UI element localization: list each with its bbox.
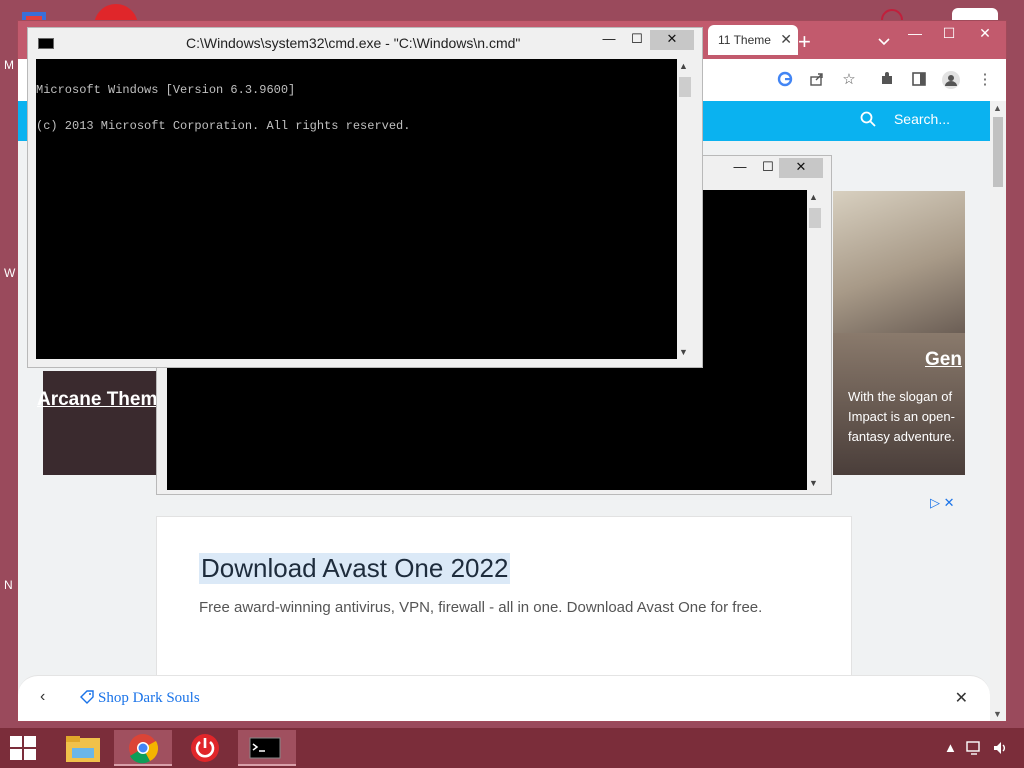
maximize-button[interactable]: ☐	[624, 30, 650, 50]
scroll-up-arrow-icon[interactable]: ▲	[993, 103, 1002, 113]
cmd-icon	[249, 737, 281, 759]
close-button[interactable]: ✕	[650, 30, 694, 50]
volume-icon[interactable]	[992, 740, 1010, 759]
article-description: With the slogan of Impact is an open-fan…	[848, 389, 955, 444]
scrollbar-thumb[interactable]	[809, 208, 821, 228]
windows-logo-icon	[10, 736, 36, 760]
ad-description: Free award-winning antivirus, VPN, firew…	[199, 599, 763, 616]
article-image	[833, 191, 965, 333]
profile-avatar-icon[interactable]	[942, 71, 960, 89]
shop-link[interactable]: Shop Dark Souls	[80, 690, 200, 707]
console-line-copyright: (c) 2013 Microsoft Corporation. All righ…	[36, 119, 411, 133]
maximize-button[interactable]: ☐	[932, 25, 966, 42]
close-button[interactable]: ✕	[779, 158, 823, 178]
new-tab-button[interactable]: +	[798, 29, 811, 55]
console-scrollbar[interactable]: ▲ ▼	[807, 190, 823, 490]
taskbar-file-explorer[interactable]	[54, 730, 112, 766]
ad-title[interactable]: Download Avast One 2022	[199, 553, 511, 584]
console-output[interactable]: Microsoft Windows [Version 6.3.9600] (c)…	[36, 59, 677, 359]
tag-icon	[80, 690, 94, 704]
tray-show-hidden-icon[interactable]: ▲	[944, 740, 957, 755]
ad-close-icon[interactable]: ✕	[944, 495, 955, 510]
desktop-label-n: N	[4, 578, 13, 592]
console-line-version: Microsoft Windows [Version 6.3.9600]	[36, 83, 296, 97]
minimize-button[interactable]: —	[898, 25, 932, 41]
adchoices-icon[interactable]: ▷	[930, 495, 940, 510]
console-scrollbar[interactable]: ▲ ▼	[677, 59, 693, 359]
tab-title: 11 Theme	[718, 33, 771, 47]
chrome-icon	[129, 734, 159, 764]
browser-tab[interactable]: 11 Theme ✕	[708, 25, 798, 55]
close-tab-icon[interactable]: ✕	[780, 31, 792, 48]
search-icon	[860, 111, 880, 128]
desktop-label-m: M	[4, 58, 14, 72]
page-scrollbar[interactable]: ▲ ▼	[990, 101, 1006, 721]
menu-kebab-icon[interactable]: ⋮	[976, 71, 994, 89]
article-title-genshin[interactable]: Gen	[925, 349, 962, 371]
cmd-app-icon	[38, 38, 54, 49]
minimize-button[interactable]: —	[596, 30, 622, 50]
bookmark-star-icon[interactable]: ☆	[840, 71, 858, 89]
scrollbar-thumb[interactable]	[993, 117, 1003, 187]
scroll-down-arrow-icon[interactable]: ▼	[809, 478, 818, 488]
cmd-titlebar[interactable]: C:\Windows\system32\cmd.exe - "C:\Window…	[28, 28, 702, 58]
chevron-down-icon	[878, 38, 890, 46]
side-panel-icon[interactable]	[910, 71, 928, 89]
taskbar-power-app[interactable]	[176, 730, 234, 766]
minimize-button[interactable]: —	[727, 158, 753, 178]
close-window-button[interactable]: ✕	[968, 25, 1002, 42]
search-placeholder: Search...	[893, 111, 950, 127]
article-card-arcane[interactable]: Arcane Them	[37, 371, 157, 475]
network-icon[interactable]	[966, 740, 984, 759]
scroll-up-arrow-icon[interactable]: ▲	[679, 61, 688, 71]
taskbar: ▲	[0, 728, 1024, 768]
site-search[interactable]: Search...	[860, 111, 950, 129]
article-card-genshin[interactable]: Gen With the slogan of Impact is an open…	[833, 191, 965, 475]
ad-choices[interactable]: ▷ ✕	[930, 495, 955, 511]
google-icon[interactable]	[776, 71, 794, 89]
scrollbar-thumb[interactable]	[679, 77, 691, 97]
start-button[interactable]	[10, 736, 36, 760]
power-icon	[191, 734, 219, 762]
scroll-down-arrow-icon[interactable]: ▼	[993, 709, 1002, 719]
share-icon[interactable]	[808, 71, 826, 89]
scroll-down-arrow-icon[interactable]: ▼	[679, 347, 688, 357]
desktop-label-w: W	[4, 266, 16, 280]
taskbar-cmd[interactable]	[238, 730, 296, 766]
scroll-up-arrow-icon[interactable]: ▲	[809, 192, 818, 202]
tab-search-dropdown[interactable]	[878, 35, 890, 49]
folder-icon	[66, 736, 100, 762]
cmd-window-foreground[interactable]: C:\Windows\system32\cmd.exe - "C:\Window…	[27, 27, 703, 368]
extensions-icon[interactable]	[878, 71, 896, 89]
maximize-button[interactable]: ☐	[755, 158, 781, 178]
chevron-left-icon[interactable]: ‹	[40, 688, 45, 706]
article-title-arcane[interactable]: Arcane Them	[37, 389, 157, 411]
close-icon[interactable]: ✕	[955, 688, 968, 708]
taskbar-chrome[interactable]	[114, 730, 172, 766]
cmd-title: C:\Windows\system32\cmd.exe - "C:\Window…	[186, 35, 521, 51]
shop-link-label: Shop Dark Souls	[98, 690, 200, 706]
shopping-bar: ‹ Shop Dark Souls ✕	[18, 675, 990, 721]
